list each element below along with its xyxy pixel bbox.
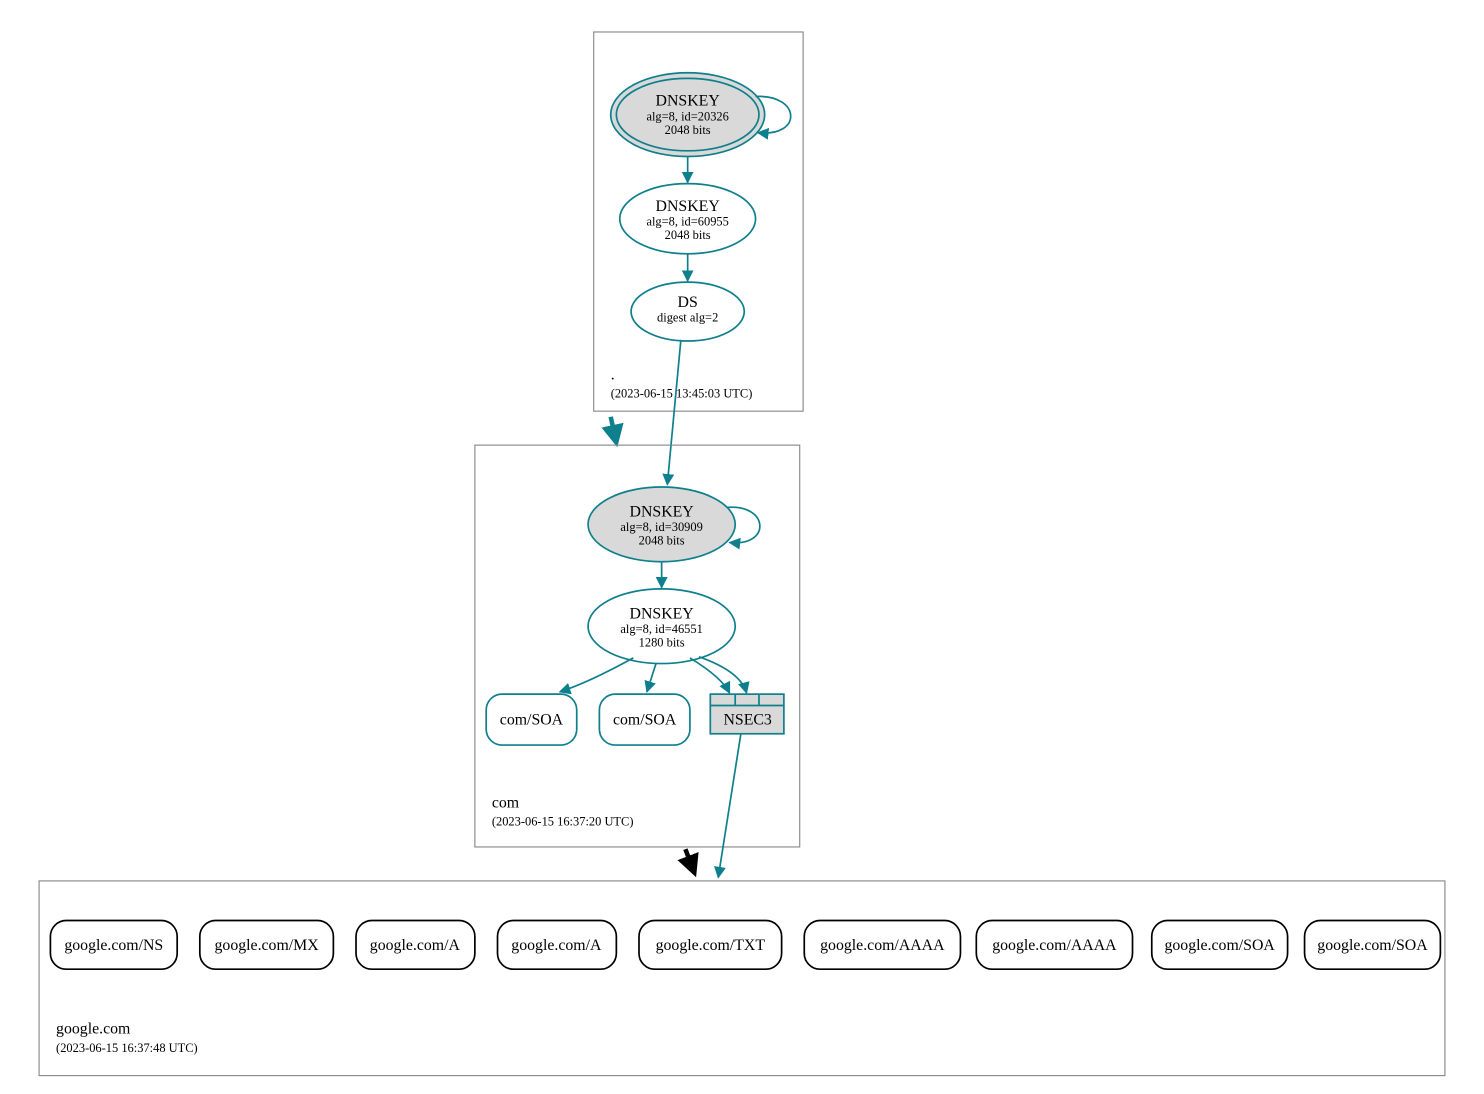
google-record-soa-2: google.com/SOA xyxy=(1305,921,1441,970)
svg-text:com/SOA: com/SOA xyxy=(500,712,564,729)
google-record-ns: google.com/NS xyxy=(50,921,177,970)
google-record-a-2: google.com/A xyxy=(498,921,617,970)
google-record-a-1: google.com/A xyxy=(356,921,475,970)
svg-text:google.com/MX: google.com/MX xyxy=(214,937,319,954)
svg-text:2048 bits: 2048 bits xyxy=(665,123,711,137)
svg-text:google.com/AAAA: google.com/AAAA xyxy=(992,937,1117,954)
svg-text:2048 bits: 2048 bits xyxy=(639,534,685,548)
svg-text:(2023-06-15 16:37:48 UTC): (2023-06-15 16:37:48 UTC) xyxy=(56,1041,198,1055)
root-zone: . (2023-06-15 13:45:03 UTC) DNSKEY alg=8… xyxy=(594,32,803,411)
root-ksk-node: DNSKEY alg=8, id=20326 2048 bits xyxy=(611,73,765,157)
google-zone: google.com (2023-06-15 16:37:48 UTC) goo… xyxy=(39,881,1445,1076)
svg-text:google.com/AAAA: google.com/AAAA xyxy=(820,937,945,954)
google-record-aaaa-2: google.com/AAAA xyxy=(976,921,1132,970)
svg-text:google.com/NS: google.com/NS xyxy=(64,937,163,954)
svg-text:com/SOA: com/SOA xyxy=(613,712,677,729)
svg-text:google.com/SOA: google.com/SOA xyxy=(1317,937,1428,954)
svg-text:(2023-06-15 16:37:20 UTC): (2023-06-15 16:37:20 UTC) xyxy=(492,814,634,828)
svg-text:alg=8, id=20326: alg=8, id=20326 xyxy=(646,109,728,123)
google-record-mx: google.com/MX xyxy=(200,921,334,970)
svg-text:DNSKEY: DNSKEY xyxy=(630,503,695,520)
com-soa-1: com/SOA xyxy=(486,694,577,745)
svg-text:google.com/TXT: google.com/TXT xyxy=(656,937,766,954)
svg-text:(2023-06-15 13:45:03 UTC): (2023-06-15 13:45:03 UTC) xyxy=(611,387,753,401)
svg-text:google.com/A: google.com/A xyxy=(511,937,602,954)
svg-text:com: com xyxy=(492,794,520,811)
com-zone: com (2023-06-15 16:37:20 UTC) DNSKEY alg… xyxy=(475,445,800,847)
svg-text:1280 bits: 1280 bits xyxy=(639,636,685,650)
svg-text:google.com/SOA: google.com/SOA xyxy=(1164,937,1275,954)
svg-text:alg=8, id=46551: alg=8, id=46551 xyxy=(620,622,702,636)
google-record-aaaa-1: google.com/AAAA xyxy=(804,921,960,970)
svg-text:DS: DS xyxy=(678,294,698,311)
com-zsk-node: DNSKEY alg=8, id=46551 1280 bits xyxy=(588,589,735,664)
google-record-txt: google.com/TXT xyxy=(639,921,782,970)
svg-text:DNSKEY: DNSKEY xyxy=(630,605,695,622)
svg-text:alg=8, id=30909: alg=8, id=30909 xyxy=(620,520,702,534)
root-ds-node: DS digest alg=2 xyxy=(631,282,744,341)
root-zsk-node: DNSKEY alg=8, id=60955 2048 bits xyxy=(620,184,756,254)
nsec3-node: NSEC3 xyxy=(710,694,784,734)
svg-text:google.com: google.com xyxy=(56,1021,131,1038)
svg-text:digest alg=2: digest alg=2 xyxy=(657,311,718,325)
svg-text:.: . xyxy=(611,366,615,383)
dnssec-diagram: . (2023-06-15 13:45:03 UTC) DNSKEY alg=8… xyxy=(15,15,1469,1079)
svg-text:google.com/A: google.com/A xyxy=(370,937,461,954)
svg-text:2048 bits: 2048 bits xyxy=(665,228,711,242)
svg-text:DNSKEY: DNSKEY xyxy=(656,93,721,110)
svg-text:DNSKEY: DNSKEY xyxy=(656,198,721,215)
google-record-soa-1: google.com/SOA xyxy=(1152,921,1288,970)
com-soa-2: com/SOA xyxy=(599,694,690,745)
svg-text:alg=8, id=60955: alg=8, id=60955 xyxy=(646,215,728,229)
svg-text:NSEC3: NSEC3 xyxy=(723,712,771,729)
com-ksk-node: DNSKEY alg=8, id=30909 2048 bits xyxy=(588,487,735,562)
